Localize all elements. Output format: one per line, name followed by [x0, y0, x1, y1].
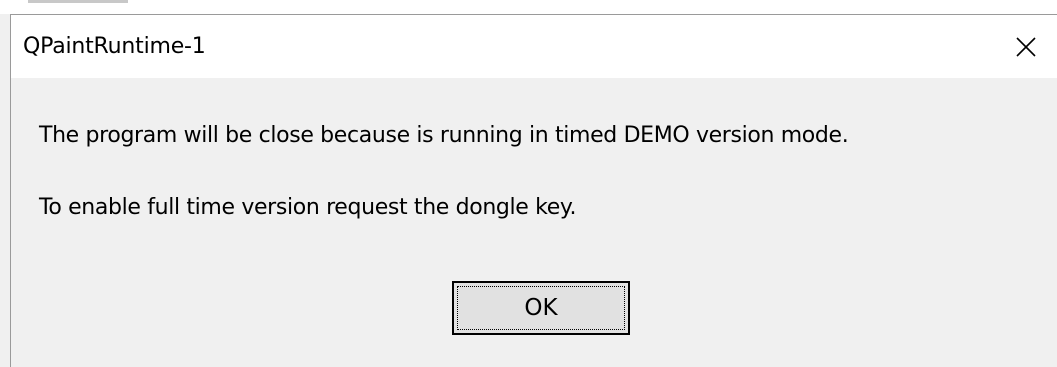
title-bar[interactable]: QPaintRuntime-1 [10, 14, 1057, 78]
close-button[interactable] [995, 15, 1057, 78]
background-strip [0, 0, 1057, 14]
background-edge [28, 0, 128, 3]
ok-button[interactable]: OK [452, 281, 630, 335]
message-line-2: To enable full time version request the … [39, 195, 577, 220]
focus-ring [457, 286, 625, 330]
message-dialog: QPaintRuntime-1 The program will be clos… [0, 0, 1057, 367]
dialog-body: The program will be close because is run… [10, 78, 1057, 367]
window-title: QPaintRuntime-1 [23, 34, 206, 59]
message-line-1: The program will be close because is run… [39, 123, 849, 148]
close-icon [1016, 36, 1036, 57]
